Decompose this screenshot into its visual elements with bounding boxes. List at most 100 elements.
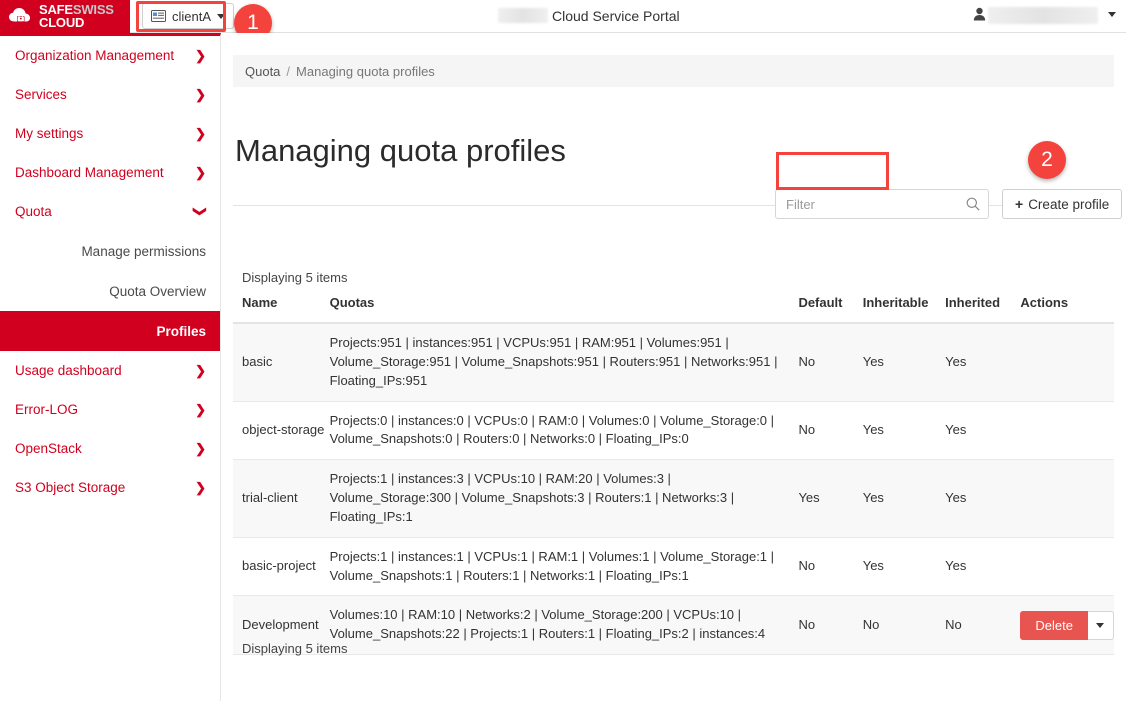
cell-inherited: No: [945, 595, 1021, 656]
breadcrumb: Quota / Managing quota profiles: [233, 55, 1114, 87]
cell-default: No: [798, 595, 863, 656]
cell-inheritable: Yes: [862, 459, 946, 538]
cell-default: No: [798, 537, 863, 597]
chevron-right-icon: ❯: [195, 480, 206, 495]
sidebar-item-quota[interactable]: Quota ❯: [0, 192, 220, 231]
column-header-quotas[interactable]: Quotas: [329, 295, 799, 324]
cell-quotas: Projects:0 | instances:0 | VCPUs:0 | RAM…: [329, 401, 799, 461]
items-count-bottom: Displaying 5 items: [242, 641, 348, 656]
app-window: SAFESWISS CLOUD clientA Cloud Service Po…: [0, 0, 1126, 701]
chevron-right-icon: ❯: [195, 87, 206, 102]
cell-inheritable: Yes: [862, 401, 946, 461]
sidebar-item-s3-object-storage[interactable]: S3 Object Storage ❯: [0, 468, 220, 507]
column-header-name[interactable]: Name: [233, 295, 330, 324]
chevron-down-icon: ❯: [193, 206, 209, 217]
column-header-default[interactable]: Default: [798, 295, 863, 324]
sidebar-subitem-label: Quota Overview: [109, 283, 206, 299]
cell-actions: [1020, 401, 1114, 461]
table-row[interactable]: trial-client Projects:1 | instances:3 | …: [233, 459, 1114, 538]
breadcrumb-parent[interactable]: Quota: [245, 64, 280, 79]
filter-field[interactable]: [775, 189, 989, 219]
cloud-lock-icon: [8, 6, 34, 26]
table-row[interactable]: basic Projects:951 | instances:951 | VCP…: [233, 323, 1114, 402]
sidebar-item-label: Usage dashboard: [15, 363, 122, 378]
page-title: Managing quota profiles: [235, 133, 566, 168]
sidebar-item-services[interactable]: Services ❯: [0, 75, 220, 114]
cell-name: basic-project: [233, 537, 330, 597]
sidebar-item-label: Organization Management: [15, 48, 175, 63]
annotation-badge-2: 2: [1028, 141, 1066, 179]
sidebar-item-my-settings[interactable]: My settings ❯: [0, 114, 220, 153]
sidebar-item-usage-dashboard[interactable]: Usage dashboard ❯: [0, 351, 220, 390]
cell-inherited: Yes: [945, 537, 1021, 597]
chevron-right-icon: ❯: [195, 363, 206, 378]
cell-actions: [1020, 459, 1114, 538]
table-header-row: Name Quotas Default Inheritable Inherite…: [233, 295, 1114, 324]
sidebar-item-organization-management[interactable]: Organization Management ❯: [0, 36, 220, 75]
cell-inheritable: Yes: [862, 537, 946, 597]
sidebar-subitem-quota-overview[interactable]: Quota Overview: [0, 271, 220, 311]
sidebar-item-label: OpenStack: [15, 441, 82, 456]
chevron-down-icon: [217, 13, 226, 19]
portal-title: Cloud Service Portal: [552, 8, 680, 24]
cell-actions: [1020, 537, 1114, 597]
cell-quotas: Projects:1 | instances:3 | VCPUs:10 | RA…: [329, 459, 799, 538]
cell-inherited: Yes: [945, 401, 1021, 461]
cell-name: basic: [233, 323, 330, 402]
redacted-username: [988, 7, 1098, 24]
cell-name: trial-client: [233, 459, 330, 538]
table-row[interactable]: basic-project Projects:1 | instances:1 |…: [233, 537, 1114, 597]
sidebar: Organization Management ❯ Services ❯ My …: [0, 33, 221, 701]
table-row[interactable]: Development Volumes:10 | RAM:10 | Networ…: [233, 595, 1114, 656]
cell-name: object-storage: [233, 401, 330, 461]
cell-default: No: [798, 401, 863, 461]
sidebar-item-label: Services: [15, 87, 67, 102]
cell-inherited: Yes: [945, 323, 1021, 402]
sidebar-item-dashboard-management[interactable]: Dashboard Management ❯: [0, 153, 220, 192]
delete-split-button[interactable]: Delete: [1020, 610, 1114, 640]
cell-default: Yes: [798, 459, 863, 538]
sidebar-item-label: Dashboard Management: [15, 165, 164, 180]
breadcrumb-current: Managing quota profiles: [296, 63, 435, 79]
sidebar-subitem-label: Profiles: [156, 323, 206, 339]
sidebar-subitem-profiles[interactable]: Profiles: [0, 311, 220, 351]
delete-dropdown-toggle[interactable]: [1087, 610, 1114, 640]
cell-quotas: Projects:1 | instances:1 | VCPUs:1 | RAM…: [329, 537, 799, 597]
sidebar-subitem-label: Manage permissions: [81, 243, 206, 259]
search-input[interactable]: [784, 195, 966, 213]
sidebar-item-label: Error-LOG: [15, 402, 79, 417]
cell-default: No: [798, 323, 863, 402]
delete-button[interactable]: Delete: [1020, 610, 1088, 640]
logo-text-cloud: CLOUD: [39, 15, 85, 30]
table-row[interactable]: object-storage Projects:0 | instances:0 …: [233, 401, 1114, 461]
create-profile-label: Create profile: [1028, 196, 1110, 212]
user-icon: [973, 7, 986, 21]
client-selector-label: clientA: [172, 8, 212, 24]
cell-inheritable: No: [862, 595, 946, 656]
chevron-right-icon: ❯: [195, 48, 206, 63]
client-selector[interactable]: clientA: [142, 3, 235, 29]
cell-inheritable: Yes: [862, 323, 946, 402]
sidebar-item-error-log[interactable]: Error-LOG ❯: [0, 390, 220, 429]
sidebar-item-label: S3 Object Storage: [15, 480, 126, 495]
plus-icon: +: [1015, 196, 1024, 212]
chevron-right-icon: ❯: [195, 402, 206, 417]
cell-inherited: Yes: [945, 459, 1021, 538]
column-header-actions: Actions: [1020, 295, 1114, 324]
column-header-inheritable[interactable]: Inheritable: [862, 295, 946, 324]
quota-profiles-table: Name Quotas Default Inheritable Inherite…: [233, 295, 1114, 656]
main-content: Quota / Managing quota profiles Managing…: [222, 33, 1126, 701]
cell-actions: [1020, 323, 1114, 402]
items-count-top: Displaying 5 items: [242, 270, 348, 285]
sidebar-subitem-manage-permissions[interactable]: Manage permissions: [0, 231, 220, 271]
sidebar-item-label: Quota: [15, 204, 52, 219]
sidebar-item-label: My settings: [15, 126, 84, 141]
chevron-right-icon: ❯: [195, 126, 206, 141]
create-profile-button[interactable]: + Create profile: [1002, 189, 1123, 219]
column-header-inherited[interactable]: Inherited: [945, 295, 1021, 324]
brand-logo[interactable]: SAFESWISS CLOUD: [0, 0, 130, 33]
chevron-right-icon: ❯: [195, 165, 206, 180]
chevron-down-icon: [1096, 622, 1105, 628]
sidebar-item-openstack[interactable]: OpenStack ❯: [0, 429, 220, 468]
cell-quotas: Volumes:10 | RAM:10 | Networks:2 | Volum…: [329, 595, 799, 656]
